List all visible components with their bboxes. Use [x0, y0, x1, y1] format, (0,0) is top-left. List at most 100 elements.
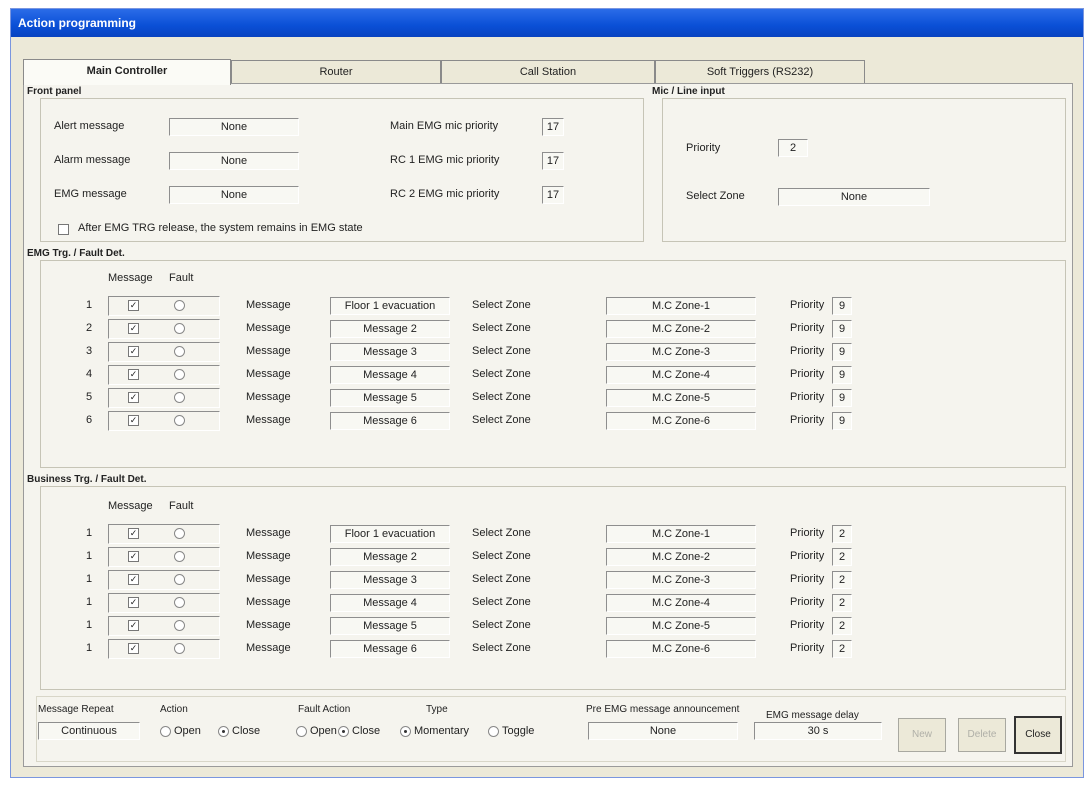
message-field[interactable]: Floor 1 evacuation — [330, 525, 450, 543]
fault-radio[interactable] — [174, 551, 185, 562]
zone-field[interactable]: M.C Zone-5 — [606, 617, 756, 635]
action-label: Action — [160, 704, 188, 715]
message-field[interactable]: Message 3 — [330, 571, 450, 589]
priority-field[interactable]: 9 — [832, 389, 852, 407]
mic-zone-field[interactable]: None — [778, 188, 930, 206]
mic-priority-field[interactable]: 2 — [778, 139, 808, 157]
message-field[interactable]: Message 5 — [330, 389, 450, 407]
emg-col-message: Message — [108, 272, 153, 284]
message-checkbox[interactable]: ✓ — [128, 528, 139, 539]
zone-field[interactable]: M.C Zone-1 — [606, 525, 756, 543]
pre-emg-field[interactable]: None — [588, 722, 738, 740]
message-field[interactable]: Floor 1 evacuation — [330, 297, 450, 315]
action-open-radio[interactable] — [160, 726, 171, 737]
message-checkbox[interactable]: ✓ — [128, 597, 139, 608]
fault-radio[interactable] — [174, 300, 185, 311]
window-title: Action programming — [18, 16, 137, 30]
emg-col-fault: Fault — [169, 272, 194, 284]
message-checkbox[interactable]: ✓ — [128, 415, 139, 426]
row-number: 1 — [86, 619, 93, 631]
fault-close-radio[interactable] — [338, 726, 349, 737]
emg-message-label: EMG message — [54, 188, 127, 200]
message-checkbox[interactable]: ✓ — [128, 574, 139, 585]
message-checkbox[interactable]: ✓ — [128, 323, 139, 334]
fault-radio[interactable] — [174, 392, 185, 403]
zone-field[interactable]: M.C Zone-4 — [606, 594, 756, 612]
action-close-radio[interactable] — [218, 726, 229, 737]
message-field[interactable]: Message 2 — [330, 548, 450, 566]
message-checkbox[interactable]: ✓ — [128, 369, 139, 380]
fault-radio[interactable] — [174, 620, 185, 631]
fault-radio[interactable] — [174, 346, 185, 357]
message-checkbox[interactable]: ✓ — [128, 346, 139, 357]
priority-field[interactable]: 9 — [832, 297, 852, 315]
message-checkbox[interactable]: ✓ — [128, 300, 139, 311]
message-checkbox[interactable]: ✓ — [128, 620, 139, 631]
message-checkbox[interactable]: ✓ — [128, 551, 139, 562]
priority-field[interactable]: 9 — [832, 343, 852, 361]
fault-radio[interactable] — [174, 597, 185, 608]
row-toggle-cell — [108, 616, 220, 636]
message-repeat-label: Message Repeat — [38, 704, 114, 715]
priority-field[interactable]: 2 — [832, 640, 852, 658]
zone-field[interactable]: M.C Zone-3 — [606, 571, 756, 589]
tab-router[interactable]: Router — [231, 60, 441, 84]
fault-radio[interactable] — [174, 415, 185, 426]
business-col-message: Message — [108, 500, 153, 512]
momentary-radio[interactable] — [400, 726, 411, 737]
zone-field[interactable]: M.C Zone-4 — [606, 366, 756, 384]
fault-radio[interactable] — [174, 643, 185, 654]
main-emg-priority-field[interactable]: 17 — [542, 118, 564, 136]
priority-field[interactable]: 9 — [832, 366, 852, 384]
message-label: Message — [246, 414, 291, 426]
fault-radio[interactable] — [174, 528, 185, 539]
message-checkbox[interactable]: ✓ — [128, 643, 139, 654]
message-field[interactable]: Message 5 — [330, 617, 450, 635]
emg-delay-field[interactable]: 30 s — [754, 722, 882, 740]
toggle-radio[interactable] — [488, 726, 499, 737]
tab-call-station[interactable]: Call Station — [441, 60, 655, 84]
tab-main-controller[interactable]: Main Controller — [23, 59, 231, 85]
row-toggle-cell — [108, 547, 220, 567]
new-button[interactable]: New — [898, 718, 946, 752]
emg-message-field[interactable]: None — [169, 186, 299, 204]
zone-field[interactable]: M.C Zone-5 — [606, 389, 756, 407]
message-field[interactable]: Message 4 — [330, 594, 450, 612]
priority-field[interactable]: 2 — [832, 617, 852, 635]
fault-radio[interactable] — [174, 574, 185, 585]
close-button[interactable]: Close — [1014, 716, 1062, 754]
message-field[interactable]: Message 3 — [330, 343, 450, 361]
rc2-emg-priority-field[interactable]: 17 — [542, 186, 564, 204]
momentary-label: Momentary — [414, 725, 470, 737]
zone-field[interactable]: M.C Zone-6 — [606, 412, 756, 430]
zone-field[interactable]: M.C Zone-6 — [606, 640, 756, 658]
zone-field[interactable]: M.C Zone-2 — [606, 548, 756, 566]
message-field[interactable]: Message 6 — [330, 640, 450, 658]
zone-field[interactable]: M.C Zone-2 — [606, 320, 756, 338]
message-checkbox[interactable]: ✓ — [128, 392, 139, 403]
priority-field[interactable]: 2 — [832, 525, 852, 543]
fault-radio[interactable] — [174, 369, 185, 380]
message-repeat-field[interactable]: Continuous — [38, 722, 140, 740]
rc1-emg-priority-field[interactable]: 17 — [542, 152, 564, 170]
row-toggle-cell — [108, 319, 220, 339]
message-field[interactable]: Message 6 — [330, 412, 450, 430]
zone-field[interactable]: M.C Zone-1 — [606, 297, 756, 315]
priority-field[interactable]: 2 — [832, 548, 852, 566]
delete-button[interactable]: Delete — [958, 718, 1006, 752]
fault-open-radio[interactable] — [296, 726, 307, 737]
zone-field[interactable]: M.C Zone-3 — [606, 343, 756, 361]
message-field[interactable]: Message 4 — [330, 366, 450, 384]
alert-message-field[interactable]: None — [169, 118, 299, 136]
priority-field[interactable]: 9 — [832, 412, 852, 430]
fault-radio[interactable] — [174, 323, 185, 334]
action-close-label: Close — [232, 725, 261, 737]
title-bar[interactable]: Action programming — [11, 9, 1083, 37]
tab-soft-triggers[interactable]: Soft Triggers (RS232) — [655, 60, 865, 84]
priority-field[interactable]: 9 — [832, 320, 852, 338]
priority-field[interactable]: 2 — [832, 571, 852, 589]
message-field[interactable]: Message 2 — [330, 320, 450, 338]
alarm-message-field[interactable]: None — [169, 152, 299, 170]
after-emg-checkbox[interactable] — [58, 224, 69, 235]
priority-field[interactable]: 2 — [832, 594, 852, 612]
